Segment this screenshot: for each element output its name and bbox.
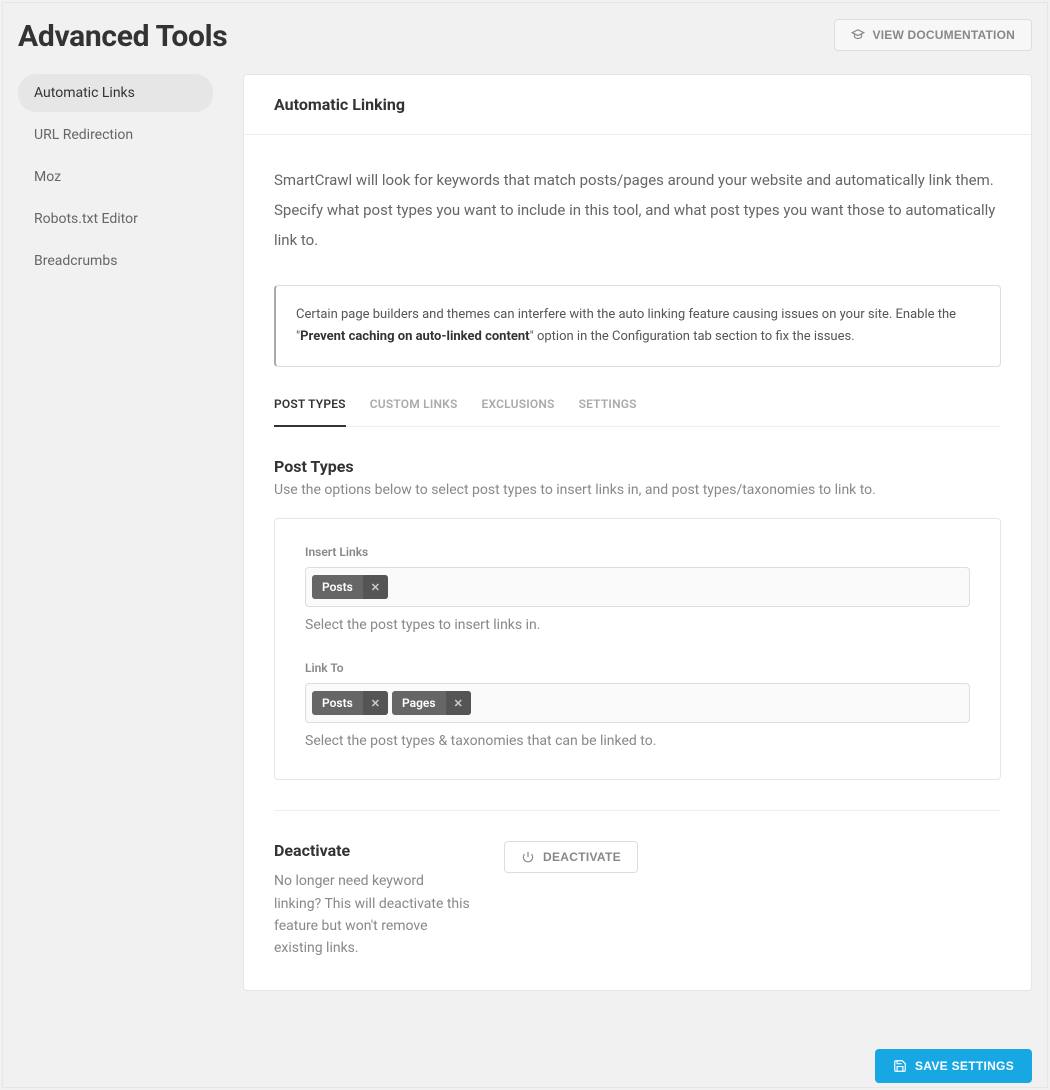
deactivate-button[interactable]: DEACTIVATE — [504, 841, 638, 873]
tag-label: Posts — [312, 691, 363, 715]
view-documentation-label: VIEW DOCUMENTATION — [873, 28, 1015, 42]
tabs: POST TYPES CUSTOM LINKS EXCLUSIONS SETTI… — [274, 391, 1001, 427]
tab-settings[interactable]: SETTINGS — [579, 397, 637, 427]
tab-label: SETTINGS — [579, 397, 637, 411]
save-button-label: SAVE SETTINGS — [915, 1059, 1014, 1073]
insert-links-help: Select the post types to insert links in… — [305, 617, 970, 633]
tab-label: CUSTOM LINKS — [370, 397, 458, 411]
tag-posts: Posts ✕ — [312, 691, 388, 715]
sidebar-item-label: Robots.txt Editor — [34, 211, 138, 227]
deactivate-title: Deactivate — [274, 841, 474, 860]
tab-post-types[interactable]: POST TYPES — [274, 397, 346, 427]
close-icon[interactable]: ✕ — [446, 691, 471, 715]
power-icon — [521, 850, 535, 864]
sidebar: Automatic Links URL Redirection Moz Robo… — [18, 74, 213, 1061]
tab-custom-links[interactable]: CUSTOM LINKS — [370, 397, 458, 427]
notice-text-after: " option in the Configuration tab sectio… — [530, 329, 855, 344]
sidebar-item-breadcrumbs[interactable]: Breadcrumbs — [18, 242, 213, 280]
notice-text-bold: Prevent caching on auto-linked content — [300, 329, 529, 344]
main-panel: Automatic Linking SmartCrawl will look f… — [243, 74, 1032, 991]
save-icon — [893, 1059, 907, 1073]
page-title: Advanced Tools — [18, 19, 227, 54]
view-documentation-button[interactable]: VIEW DOCUMENTATION — [834, 19, 1032, 51]
sidebar-item-moz[interactable]: Moz — [18, 158, 213, 196]
link-to-label: Link To — [305, 661, 970, 675]
panel-title: Automatic Linking — [274, 95, 1001, 114]
close-icon[interactable]: ✕ — [363, 575, 388, 599]
tag-pages: Pages ✕ — [392, 691, 471, 715]
close-icon[interactable]: ✕ — [363, 691, 388, 715]
panel-description: SmartCrawl will look for keywords that m… — [274, 165, 1001, 255]
tag-posts: Posts ✕ — [312, 575, 388, 599]
academic-cap-icon — [851, 28, 865, 42]
tab-label: POST TYPES — [274, 397, 346, 411]
sidebar-item-label: Automatic Links — [34, 85, 135, 101]
post-types-sub: Use the options below to select post typ… — [274, 482, 1001, 498]
insert-links-input[interactable]: Posts ✕ — [305, 567, 970, 607]
sidebar-item-url-redirection[interactable]: URL Redirection — [18, 116, 213, 154]
insert-links-label: Insert Links — [305, 545, 970, 559]
tag-label: Pages — [392, 691, 446, 715]
tab-label: EXCLUSIONS — [482, 397, 555, 411]
tag-label: Posts — [312, 575, 363, 599]
sidebar-item-label: Moz — [34, 169, 61, 185]
deactivate-button-label: DEACTIVATE — [543, 850, 621, 864]
sidebar-item-automatic-links[interactable]: Automatic Links — [18, 74, 213, 112]
save-settings-button[interactable]: SAVE SETTINGS — [875, 1049, 1032, 1083]
notice-box: Certain page builders and themes can int… — [274, 285, 1001, 367]
sidebar-item-label: Breadcrumbs — [34, 253, 117, 269]
post-types-title: Post Types — [274, 457, 1001, 476]
divider — [274, 810, 1001, 811]
link-to-input[interactable]: Posts ✕ Pages ✕ — [305, 683, 970, 723]
tab-exclusions[interactable]: EXCLUSIONS — [482, 397, 555, 427]
link-to-help: Select the post types & taxonomies that … — [305, 733, 970, 749]
deactivate-desc: No longer need keyword linking? This wil… — [274, 870, 474, 960]
sidebar-item-label: URL Redirection — [34, 127, 133, 143]
post-types-box: Insert Links Posts ✕ Select the post typ… — [274, 518, 1001, 780]
sidebar-item-robots-txt[interactable]: Robots.txt Editor — [18, 200, 213, 238]
